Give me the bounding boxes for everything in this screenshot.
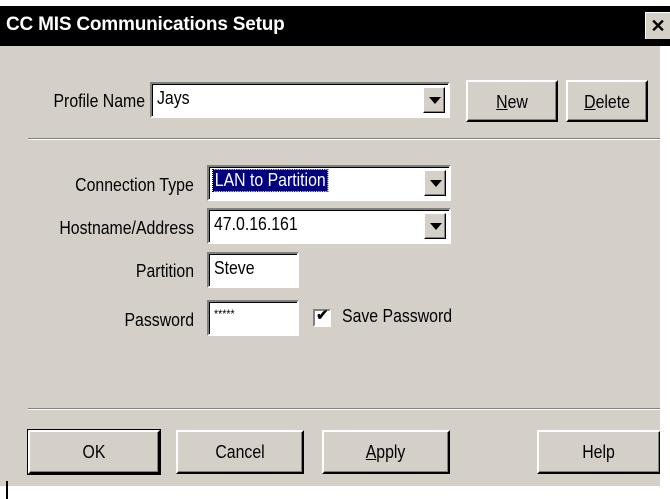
title-bar[interactable]: CC MIS Communications Setup ✕ [0, 6, 670, 46]
cancel-button-label: Cancel [215, 442, 265, 462]
profile-name-value: Jays [157, 88, 190, 108]
save-password-label[interactable]: Save Password [342, 306, 452, 327]
apply-button-label: Apply [366, 442, 406, 462]
help-button-label: Help [582, 442, 616, 462]
resize-mark [6, 481, 8, 499]
connection-type-value: LAN to Partition [212, 169, 329, 192]
window-edge [660, 46, 670, 499]
cancel-button[interactable]: Cancel [176, 430, 304, 474]
new-button[interactable]: New [466, 80, 558, 122]
apply-button[interactable]: Apply [322, 430, 450, 474]
delete-button[interactable]: Delete [566, 80, 648, 122]
chevron-down-icon [430, 223, 442, 230]
hostname-value: 47.0.16.161 [214, 214, 298, 234]
dialog-body: Profile Name Jays New Delete Connection … [0, 46, 661, 486]
hostname-label: Hostname/Address [59, 218, 194, 238]
new-button-label: New [496, 92, 528, 112]
password-input[interactable]: ***** [207, 300, 299, 336]
checkbox-checked-icon: ✔ [316, 307, 329, 324]
separator-top [28, 138, 660, 140]
communications-setup-dialog: CC MIS Communications Setup ✕ Profile Na… [0, 0, 670, 499]
password-label: Password [124, 310, 194, 330]
close-icon: ✕ [650, 16, 666, 36]
help-button[interactable]: Help [537, 430, 661, 474]
hostname-dropdown-button[interactable] [424, 213, 446, 239]
chevron-down-icon [429, 97, 441, 104]
partition-label: Partition [135, 261, 194, 281]
profile-dropdown-button[interactable] [423, 87, 445, 113]
save-password-checkbox[interactable]: ✔ [313, 307, 331, 327]
partition-input[interactable]: Steve [207, 252, 299, 288]
hostname-combobox[interactable]: 47.0.16.161 [207, 208, 451, 244]
close-button[interactable]: ✕ [645, 12, 670, 39]
connection-type-label: Connection Type [75, 175, 194, 195]
delete-button-label: Delete [584, 92, 630, 112]
profile-name-combobox[interactable]: Jays [150, 82, 450, 118]
connection-type-dropdown-button[interactable] [424, 170, 446, 196]
separator-bottom [28, 408, 660, 410]
profile-name-label: Profile Name [53, 91, 145, 111]
ok-button[interactable]: OK [27, 429, 161, 475]
window-title: CC MIS Communications Setup [6, 14, 285, 35]
partition-value: Steve [214, 258, 255, 278]
chevron-down-icon [430, 180, 442, 187]
ok-button-label: OK [82, 442, 106, 462]
password-value: ***** [214, 307, 235, 321]
connection-type-select[interactable]: LAN to Partition [207, 165, 451, 201]
